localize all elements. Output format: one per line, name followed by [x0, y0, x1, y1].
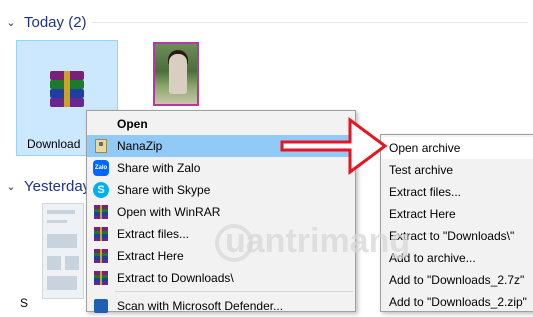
annotation-arrow-shape	[280, 117, 388, 175]
annotation-arrow-icon	[280, 117, 388, 175]
